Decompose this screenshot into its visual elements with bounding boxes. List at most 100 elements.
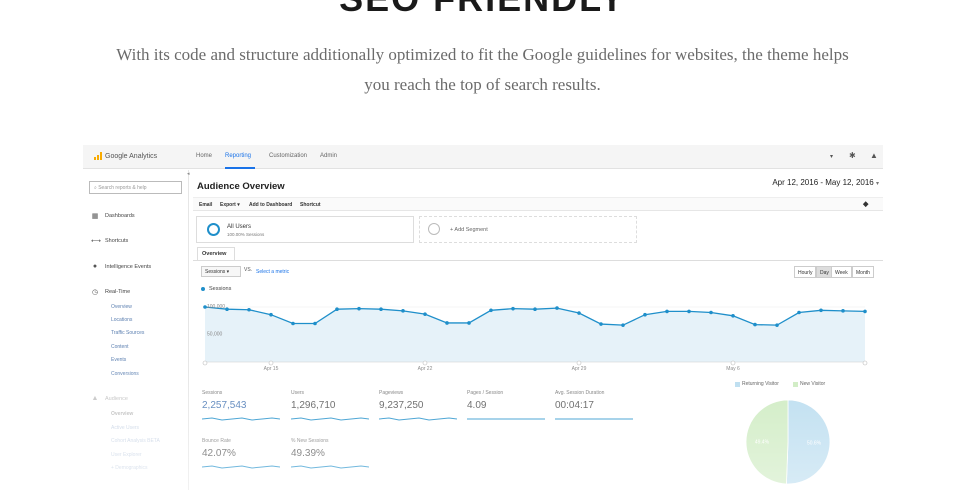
data-point[interactable] (511, 306, 515, 311)
pie-legend-returning: Returning Visitor (735, 381, 779, 387)
summary-value: 4.09 (467, 400, 487, 411)
gear-icon[interactable]: ✱ (849, 151, 856, 160)
grid-icon: ▦ (91, 213, 99, 220)
pie-legend-new: New Visitor (793, 381, 825, 387)
ga-logo[interactable]: Google Analytics (94, 152, 157, 160)
sidebar-item-dashboards[interactable]: ▦ Dashboards (91, 212, 135, 220)
pie-legend-label: Returning Visitor (742, 381, 779, 387)
data-point[interactable] (357, 306, 361, 311)
realtime-overview-link[interactable]: Overview (111, 304, 132, 310)
annotation-marker (730, 360, 736, 366)
data-point[interactable] (335, 307, 339, 311)
granularity-hourly[interactable]: Hourly (794, 266, 817, 278)
sparkline (379, 417, 457, 421)
visitor-pie-chart[interactable]: 50.6% 49.4% (738, 392, 838, 490)
annotation-marker (268, 360, 274, 366)
granularity-week[interactable]: Week (831, 266, 852, 278)
hero-title: SEO FRIENDLY (0, 0, 965, 20)
data-point[interactable] (841, 309, 845, 313)
summary-value: 9,237,250 (379, 400, 424, 411)
realtime-traffic-link[interactable]: Traffic Sources (111, 330, 144, 336)
data-point[interactable] (819, 308, 823, 313)
nav-reporting[interactable]: Reporting (225, 153, 251, 159)
analytics-logo-icon (94, 152, 102, 160)
data-point[interactable] (379, 307, 383, 311)
analytics-screenshot: Google Analytics Home Reporting Customiz… (83, 145, 883, 490)
annotation-marker (422, 360, 428, 366)
metric-select[interactable]: Sessions ▾ (201, 266, 241, 277)
data-point[interactable] (247, 307, 251, 312)
audience-cohort-link[interactable]: Cohort Analysis BETA (111, 438, 160, 444)
sidebar-item-audience[interactable]: ▲ Audience (91, 395, 128, 402)
x-tick-label: Apr 15 (264, 366, 279, 372)
data-point[interactable] (621, 323, 625, 327)
nav-home[interactable]: Home (196, 153, 212, 159)
data-point[interactable] (533, 307, 537, 311)
report-main: Audience Overview Apr 12, 2016 - May 12,… (193, 170, 883, 490)
select-metric-link[interactable]: Select a metric (256, 269, 289, 275)
ga-topbar: Google Analytics Home Reporting Customiz… (83, 145, 883, 169)
realtime-content-link[interactable]: Content (111, 344, 129, 350)
add-to-dashboard-button[interactable]: Add to Dashboard (249, 202, 292, 208)
granularity-month[interactable]: Month (852, 266, 874, 278)
data-point[interactable] (225, 307, 229, 311)
audience-active-users-link[interactable]: Active Users (111, 425, 139, 431)
email-button[interactable]: Email (199, 202, 212, 208)
bell-icon[interactable]: ▲ (870, 151, 878, 160)
data-point[interactable] (423, 312, 427, 316)
audience-demographics-link[interactable]: + Demographics (111, 465, 148, 471)
audience-overview-link[interactable]: Overview (111, 411, 133, 417)
date-range-text: Apr 12, 2016 - May 12, 2016 (772, 178, 874, 187)
sidebar-item-intelligence-events[interactable]: ● Intelligence Events (91, 263, 151, 270)
data-point[interactable] (797, 310, 801, 315)
legend-swatch (735, 381, 740, 387)
realtime-locations-link[interactable]: Locations (111, 317, 132, 323)
search-input[interactable]: ⌕ Search reports & help (89, 181, 182, 194)
dropdown-caret-icon[interactable]: ▾ (830, 153, 833, 160)
segment-ring-icon (207, 223, 220, 236)
data-point[interactable] (731, 314, 735, 318)
data-point[interactable] (489, 308, 493, 313)
data-point[interactable] (687, 309, 691, 314)
data-point[interactable] (401, 309, 405, 313)
export-button[interactable]: Export ▾ (220, 202, 240, 208)
data-point[interactable] (467, 321, 471, 325)
data-point[interactable] (775, 323, 779, 327)
x-tick-label: May 6 (726, 366, 740, 372)
sessions-chart[interactable]: 100,000 50,000 Apr 15 Apr 22 Apr 29 May 6 (193, 292, 883, 374)
data-point[interactable] (269, 312, 273, 317)
search-icon: ⌕ (94, 185, 97, 191)
segment-name: All Users (227, 224, 252, 230)
nav-admin[interactable]: Admin (320, 153, 337, 159)
data-point[interactable] (599, 322, 603, 326)
data-point[interactable] (577, 311, 581, 315)
data-point[interactable] (291, 321, 295, 326)
shortcut-button[interactable]: Shortcut (300, 202, 321, 208)
tab-overview[interactable]: Overview (197, 247, 235, 260)
segment-all-users[interactable]: All Users 100.00% Sessions (196, 216, 414, 243)
data-point[interactable] (863, 309, 867, 314)
data-point[interactable] (445, 321, 449, 325)
date-range-picker[interactable]: Apr 12, 2016 - May 12, 2016 ▾ (772, 178, 879, 187)
summary-value: 42.07% (202, 448, 236, 459)
sidebar-item-shortcuts[interactable]: ⟷ Shortcuts (91, 237, 128, 245)
data-point[interactable] (665, 309, 669, 314)
add-segment-button[interactable]: + Add Segment (419, 216, 637, 243)
sparkline (202, 465, 280, 469)
summary-label: Bounce Rate (202, 438, 231, 444)
sidebar: ⌕ Search reports & help ▦ Dashboards ⟷ Sho… (83, 170, 189, 490)
realtime-events-link[interactable]: Events (111, 357, 126, 363)
page-title: Audience Overview (197, 181, 285, 192)
data-point[interactable] (555, 306, 559, 310)
pie-slice-label: 49.4% (755, 440, 770, 446)
data-point[interactable] (753, 322, 757, 327)
data-point[interactable] (643, 312, 647, 317)
data-point[interactable] (709, 310, 713, 315)
data-point[interactable] (313, 321, 317, 326)
sidebar-item-realtime[interactable]: ◷ Real-Time (91, 288, 130, 296)
add-segment-label: + Add Segment (450, 227, 488, 233)
nav-customization[interactable]: Customization (269, 153, 307, 159)
graduation-cap-icon[interactable]: ◆ (863, 200, 868, 208)
realtime-conversions-link[interactable]: Conversions (111, 371, 139, 377)
audience-user-explorer-link[interactable]: User Explorer (111, 452, 142, 458)
